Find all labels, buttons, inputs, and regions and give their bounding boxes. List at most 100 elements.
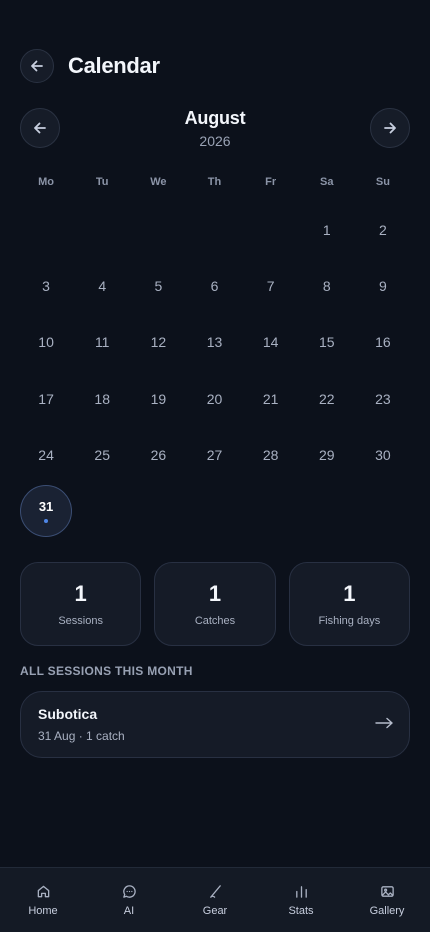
header: Calendar — [20, 48, 410, 84]
nav-label: AI — [123, 904, 135, 917]
month-navigator: August 2026 — [20, 108, 410, 149]
selected-day-ring: 31 — [20, 485, 73, 538]
day-number: 30 — [375, 446, 391, 463]
day-number: 22 — [318, 390, 335, 407]
day-number: 11 — [94, 334, 110, 351]
calendar-day-8[interactable]: 8 — [299, 258, 355, 314]
day-number: 2 — [379, 222, 387, 239]
calendar-day-6[interactable]: 6 — [186, 258, 242, 314]
calendar-blank-cell — [243, 202, 299, 258]
nav-item-gear[interactable]: Gear — [172, 868, 258, 932]
stat-value: 1 — [208, 581, 222, 606]
stat-card-fishing-days: 1 Fishing days — [288, 562, 410, 646]
chat-icon — [122, 884, 136, 898]
nav-label: Stats — [288, 904, 314, 917]
stat-label: Catches — [194, 615, 236, 627]
day-number: 27 — [206, 446, 223, 463]
home-icon — [37, 885, 49, 897]
session-card[interactable]: Subotica 31 Aug · 1 catch — [20, 691, 410, 758]
calendar-day-26[interactable]: 26 — [130, 427, 186, 483]
day-number: 19 — [150, 390, 167, 407]
calendar-day-20[interactable]: 20 — [186, 371, 242, 427]
day-number: 18 — [94, 390, 110, 407]
arrow-left-icon — [34, 122, 46, 134]
month-year: 2026 — [199, 132, 231, 149]
image-icon — [380, 885, 394, 897]
calendar-day-31[interactable]: 31 — [18, 483, 74, 539]
day-number: 31 — [38, 499, 54, 515]
bar-chart-icon — [295, 885, 307, 898]
calendar-day-1[interactable]: 1 — [299, 202, 355, 258]
calendar-day-25[interactable]: 25 — [74, 427, 130, 483]
weekday-label: Tu — [95, 176, 109, 188]
calendar-day-22[interactable]: 22 — [299, 371, 355, 427]
day-number: 23 — [375, 390, 391, 407]
stats-row: 1 Sessions 1 Catches 1 Fishing days — [20, 562, 410, 646]
calendar-day-28[interactable]: 28 — [243, 427, 299, 483]
calendar-blank-cell — [130, 202, 186, 258]
weekday-label: Sa — [320, 176, 334, 188]
fishing-rod-icon — [209, 884, 221, 898]
calendar-day-5[interactable]: 5 — [130, 258, 186, 314]
calendar-day-13[interactable]: 13 — [186, 314, 242, 370]
day-number: 8 — [322, 278, 331, 295]
nav-label: Gear — [202, 904, 228, 917]
calendar-day-18[interactable]: 18 — [74, 371, 130, 427]
calendar-day-7[interactable]: 7 — [243, 258, 299, 314]
calendar-day-10[interactable]: 10 — [18, 314, 74, 370]
stat-label: Fishing days — [318, 615, 381, 627]
stat-value: 1 — [74, 581, 87, 606]
next-month-button[interactable] — [369, 108, 410, 148]
month-name: August — [184, 107, 246, 128]
previous-month-button[interactable] — [20, 108, 60, 148]
month-label: August 2026 — [185, 108, 246, 149]
calendar-day-19[interactable]: 19 — [130, 371, 186, 427]
nav-item-gallery[interactable]: Gallery — [344, 868, 430, 932]
nav-label: Home — [28, 904, 58, 917]
weekday-label: We — [150, 176, 167, 188]
section-title: ALL SESSIONS THIS MONTH — [20, 664, 193, 678]
calendar-day-27[interactable]: 27 — [186, 427, 242, 483]
day-number: 5 — [154, 278, 163, 295]
calendar-day-21[interactable]: 21 — [243, 371, 299, 427]
weekday-label: Mo — [38, 176, 55, 188]
day-number: 6 — [210, 278, 219, 295]
calendar-day-17[interactable]: 17 — [18, 371, 74, 427]
calendar-day-23[interactable]: 23 — [355, 371, 411, 427]
day-number: 17 — [38, 390, 54, 407]
calendar-day-30[interactable]: 30 — [355, 427, 411, 483]
day-number: 21 — [262, 390, 279, 407]
arrow-right-icon — [375, 716, 393, 734]
weekday-header: Mo Tu We Th Fr Sa Su — [18, 176, 411, 188]
calendar-day-11[interactable]: 11 — [74, 314, 130, 370]
back-button[interactable] — [20, 49, 54, 83]
calendar-day-14[interactable]: 14 — [243, 314, 299, 370]
calendar-blank-cell — [186, 202, 242, 258]
day-number: 10 — [38, 334, 54, 351]
bottom-nav: Home AI Gear Stats Gallery — [0, 867, 430, 932]
calendar-day-4[interactable]: 4 — [74, 258, 130, 314]
calendar-day-9[interactable]: 9 — [355, 258, 411, 314]
calendar-day-29[interactable]: 29 — [299, 427, 355, 483]
nav-label: Gallery — [369, 904, 405, 917]
stat-card-sessions: 1 Sessions — [20, 562, 142, 646]
nav-item-ai[interactable]: AI — [86, 868, 172, 932]
day-number: 4 — [98, 278, 107, 295]
nav-item-home[interactable]: Home — [0, 868, 86, 932]
nav-item-stats[interactable]: Stats — [258, 868, 344, 932]
day-number: 25 — [94, 446, 110, 463]
weekday-label: Fr — [265, 176, 277, 188]
calendar-day-12[interactable]: 12 — [130, 314, 186, 370]
day-number: 3 — [42, 278, 50, 295]
day-number: 14 — [262, 334, 279, 351]
calendar-day-15[interactable]: 15 — [299, 314, 355, 370]
day-number: 29 — [318, 446, 335, 463]
arrow-left-icon — [31, 60, 43, 72]
calendar-day-24[interactable]: 24 — [18, 427, 74, 483]
session-indicator-dot — [44, 519, 49, 524]
calendar-day-3[interactable]: 3 — [18, 258, 74, 314]
calendar-day-16[interactable]: 16 — [355, 314, 411, 370]
calendar-day-2[interactable]: 2 — [355, 202, 411, 258]
stat-label: Sessions — [58, 615, 103, 627]
session-name: Subotica — [38, 706, 98, 722]
